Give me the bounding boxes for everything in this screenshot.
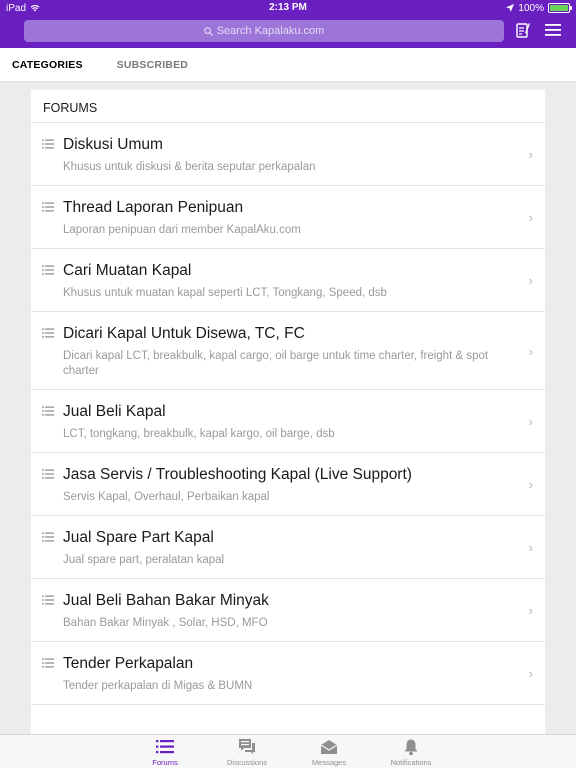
chevron-right-icon: › — [528, 414, 533, 429]
forum-description: Laporan penipuan dari member KapalAku.co… — [63, 224, 301, 236]
forum-row-cari-muatan-kapal[interactable]: Cari Muatan Kapal Khusus untuk muatan ka… — [31, 249, 545, 312]
search-icon — [203, 26, 213, 36]
forum-title: Cari Muatan Kapal — [63, 262, 192, 279]
compose-icon — [516, 23, 530, 38]
forums-section-title: FORUMS — [31, 90, 545, 123]
tabbar-notifications[interactable]: Notifications — [381, 735, 441, 768]
compose-button[interactable] — [514, 21, 532, 39]
forum-description: Dicari kapal LCT, breakbulk, kapal cargo… — [63, 350, 489, 377]
menu-button[interactable] — [544, 21, 562, 39]
search-row: Search Kapalaku.com — [0, 20, 576, 44]
forum-title: Jual Spare Part Kapal — [63, 529, 214, 546]
forum-title: Thread Laporan Penipuan — [63, 199, 244, 216]
forum-row-jual-beli-kapal[interactable]: Jual Beli Kapal LCT, tongkang, breakbulk… — [31, 390, 545, 453]
chevron-right-icon: › — [528, 540, 533, 555]
chevron-right-icon: › — [528, 603, 533, 618]
tabbar-label: Discussions — [226, 758, 267, 767]
location-arrow-icon — [506, 4, 515, 12]
header-actions — [514, 21, 562, 39]
search-input[interactable]: Search Kapalaku.com — [24, 20, 504, 42]
forum-description: Tender perkapalan di Migas & BUMN — [63, 680, 253, 692]
tabbar-label: Messages — [311, 758, 347, 767]
forum-title: Jasa Servis / Troubleshooting Kapal (Liv… — [63, 466, 412, 483]
forum-description: Bahan Bakar Minyak , Solar, HSD, MFO — [63, 617, 268, 629]
list-icon — [42, 658, 54, 668]
forum-row-thread-laporan-penipuan[interactable]: Thread Laporan Penipuan Laporan penipuan… — [31, 186, 545, 249]
forum-title: Jual Beli Bahan Bakar Minyak — [63, 592, 269, 609]
forum-title: Dicari Kapal Untuk Disewa, TC, FC — [63, 325, 305, 342]
tab-categories[interactable]: CATEGORIES — [12, 59, 83, 71]
battery-icon — [548, 3, 572, 13]
forum-title: Jual Beli Kapal — [63, 403, 166, 420]
list-icon — [42, 469, 54, 479]
device-name: iPad — [6, 2, 27, 14]
chevron-right-icon: › — [528, 273, 533, 288]
forum-description: Khusus untuk muatan kapal seperti LCT, T… — [63, 287, 387, 299]
forums-card: FORUMS Diskusi Umum Khusus untuk diskusi… — [31, 90, 545, 734]
status-right: 100% — [506, 2, 572, 14]
forum-row-diskusi-umum[interactable]: Diskusi Umum Khusus untuk diskusi & beri… — [31, 123, 545, 186]
discussions-icon — [239, 739, 255, 754]
tabbar-label: Forums — [152, 758, 178, 767]
forum-description: Jual spare part, peralatan kapal — [63, 554, 225, 566]
list-icon — [42, 532, 54, 542]
app-header: iPad 2:13 PM 100% Search Kapalaku.com — [0, 0, 576, 48]
hamburger-menu-icon — [545, 24, 561, 36]
forum-title: Tender Perkapalan — [63, 655, 194, 672]
search-placeholder: Search Kapalaku.com — [216, 25, 325, 37]
battery-percent: 100% — [518, 2, 544, 14]
chevron-right-icon: › — [528, 343, 533, 359]
forum-row-jual-beli-bbm[interactable]: Jual Beli Bahan Bakar Minyak Bahan Bakar… — [31, 579, 545, 642]
tabbar-messages[interactable]: Messages — [299, 735, 359, 768]
status-time: 2:13 PM — [269, 2, 307, 13]
tabbar-forums[interactable]: Forums — [135, 735, 195, 768]
forum-description: Servis Kapal, Overhaul, Perbaikan kapal — [63, 491, 270, 503]
forum-row-jasa-servis[interactable]: Jasa Servis / Troubleshooting Kapal (Liv… — [31, 453, 545, 516]
list-icon — [42, 406, 54, 416]
list-icon — [42, 265, 54, 275]
forums-icon — [156, 740, 174, 754]
chevron-right-icon: › — [528, 666, 533, 681]
forum-row-dicari-kapal-untuk-disewa[interactable]: Dicari Kapal Untuk Disewa, TC, FC Dicari… — [31, 312, 545, 390]
wifi-icon — [30, 5, 40, 12]
tabbar-label: Notifications — [390, 758, 432, 767]
chevron-right-icon: › — [528, 477, 533, 492]
list-icon — [42, 202, 54, 212]
chevron-right-icon: › — [528, 147, 533, 162]
category-tabs: CATEGORIES SUBSCRIBED — [0, 48, 576, 82]
status-left: iPad — [6, 3, 40, 14]
status-bar: iPad 2:13 PM 100% — [0, 0, 576, 16]
forum-row-tender-perkapalan[interactable]: Tender Perkapalan Tender perkapalan di M… — [31, 642, 545, 705]
messages-icon — [320, 740, 338, 754]
forum-description: LCT, tongkang, breakbulk, kapal kargo, o… — [63, 428, 335, 440]
list-icon — [42, 139, 54, 149]
tab-subscribed[interactable]: SUBSCRIBED — [117, 59, 188, 71]
chevron-right-icon: › — [528, 210, 533, 225]
bottom-tab-bar: Forums Discussions Messages Notification… — [0, 734, 576, 768]
list-icon — [42, 328, 54, 338]
forum-title: Diskusi Umum — [63, 136, 163, 153]
forum-row-jual-spare-part[interactable]: Jual Spare Part Kapal Jual spare part, p… — [31, 516, 545, 579]
tabbar-discussions[interactable]: Discussions — [217, 735, 277, 768]
battery-level — [550, 5, 568, 11]
notifications-icon — [404, 739, 418, 756]
list-icon — [42, 595, 54, 605]
forum-description: Khusus untuk diskusi & berita seputar pe… — [63, 161, 316, 173]
